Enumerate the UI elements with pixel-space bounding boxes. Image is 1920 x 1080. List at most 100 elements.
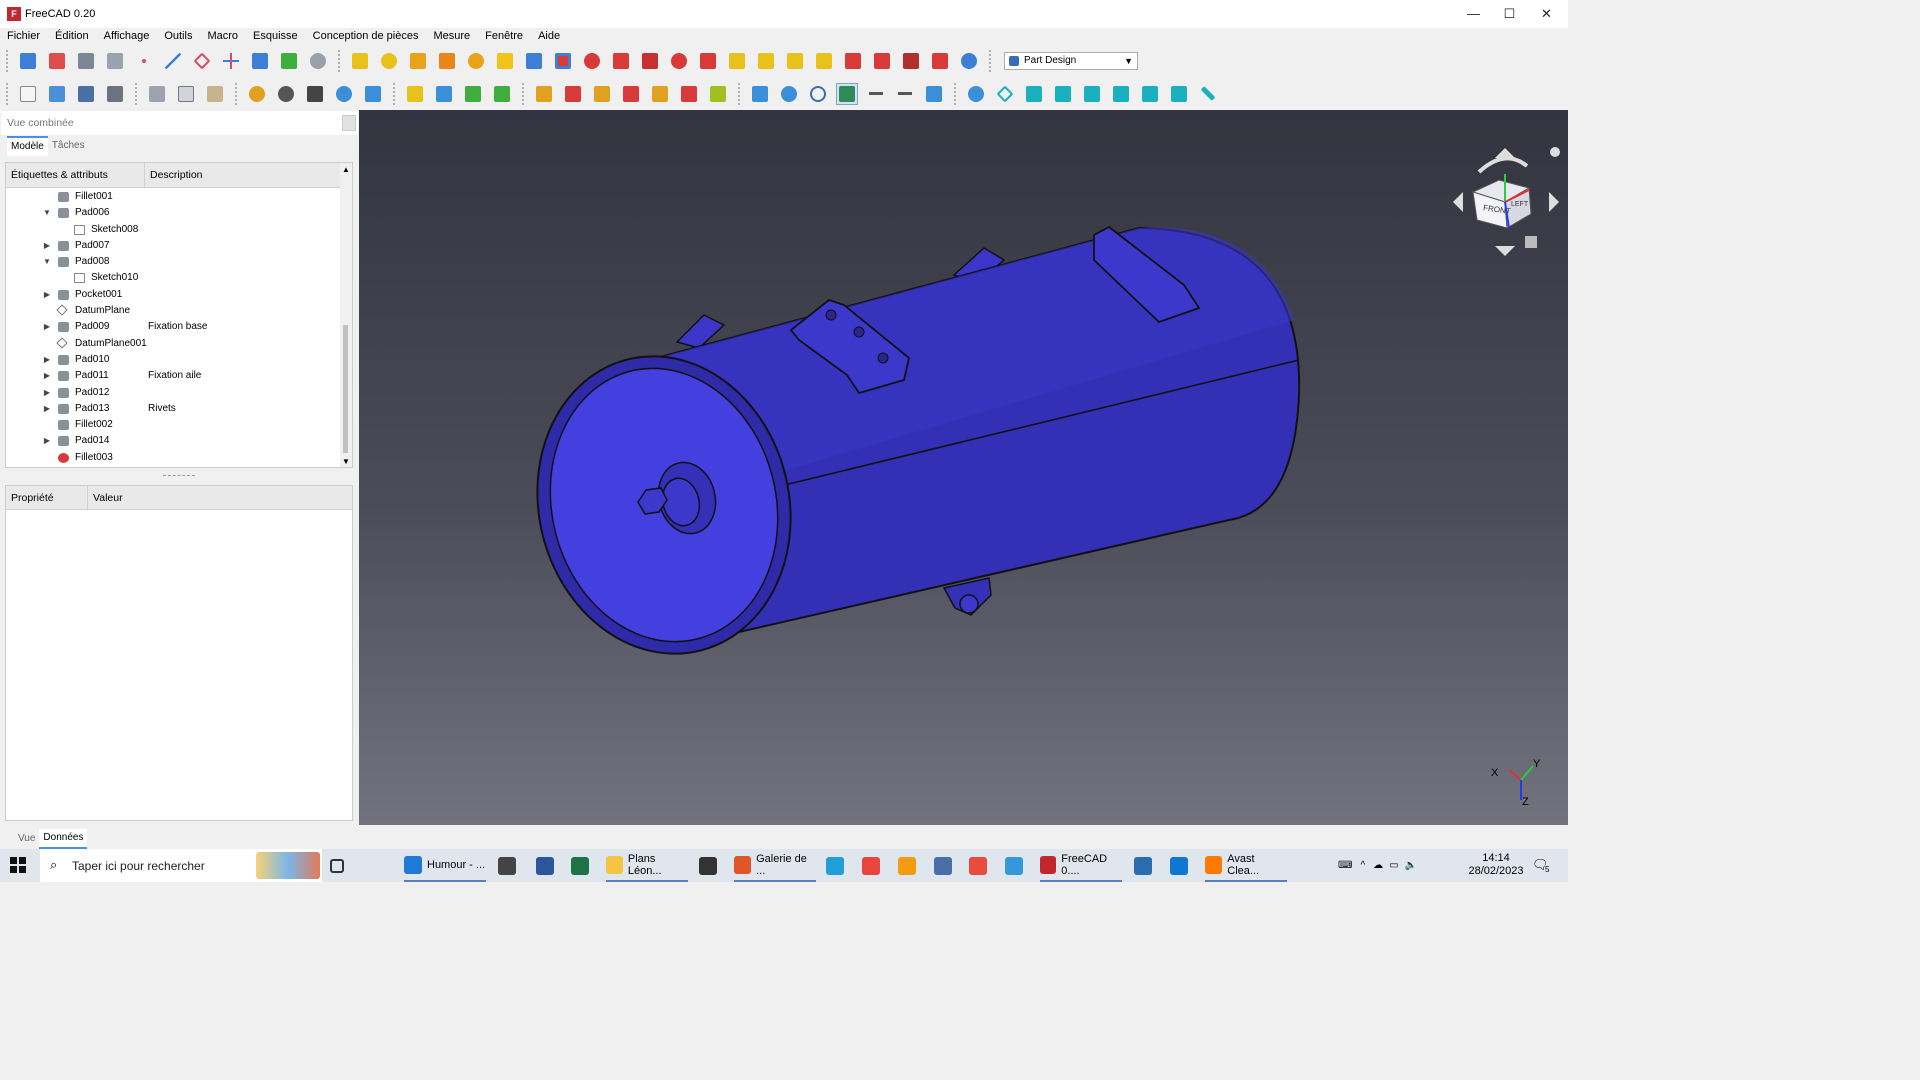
back-arrow-icon[interactable] [865, 83, 887, 105]
tree-row[interactable]: Fillet001 [6, 189, 352, 205]
multitransform-icon[interactable] [813, 50, 835, 72]
datum-point-icon[interactable] [133, 50, 155, 72]
link-icon[interactable] [462, 83, 484, 105]
zoom-icon[interactable] [778, 83, 800, 105]
save-icon[interactable] [75, 83, 97, 105]
taskbar-app[interactable] [571, 849, 589, 882]
nav-rotate-arc-icon[interactable] [1477, 156, 1529, 174]
hole-icon[interactable] [552, 50, 574, 72]
nav-arrow-right-icon[interactable] [1549, 192, 1559, 212]
zoom-fit-icon[interactable] [749, 83, 771, 105]
additive-pipe-icon[interactable] [436, 50, 458, 72]
keyboard-icon[interactable]: ⌨ [1338, 860, 1352, 871]
3d-viewport[interactable]: FRONT LEFT X Y Z [359, 110, 1568, 825]
navigation-cube[interactable]: FRONT LEFT [1453, 147, 1560, 256]
tab-vue[interactable]: Vue [14, 829, 39, 849]
tab-modele[interactable]: Modèle [7, 136, 48, 156]
scroll-up-icon[interactable]: ▲ [342, 165, 350, 174]
expand-chevron-right-icon[interactable]: ▶ [42, 287, 52, 303]
menu-fichier[interactable]: Fichier [7, 30, 40, 42]
expand-chevron-right-icon[interactable]: ▶ [42, 401, 52, 417]
tree-row[interactable]: Sketch008 [6, 222, 352, 238]
measure-distance-icon[interactable] [1197, 83, 1219, 105]
subtractive-primitive-icon[interactable] [697, 50, 719, 72]
bounding-box-icon[interactable] [620, 83, 642, 105]
paste-icon[interactable] [204, 83, 226, 105]
nav-arrow-down-icon[interactable] [1495, 246, 1515, 256]
tree-row[interactable]: ▶ Pad011 Fixation aile [6, 368, 352, 384]
taskbar-app[interactable]: Galerie de ... [734, 849, 816, 882]
taskbar-app[interactable]: Plans Léon... [606, 849, 688, 882]
volume-icon[interactable]: 🔈 [1405, 860, 1417, 871]
additive-loft-icon[interactable] [407, 50, 429, 72]
tree-col-labels[interactable]: Étiquettes & attributs [6, 163, 145, 187]
additive-helix-icon[interactable] [465, 50, 487, 72]
tab-donnees[interactable]: Données [39, 829, 88, 849]
draft-icon[interactable] [900, 50, 922, 72]
expand-chevron-down-icon[interactable]: ▼ [42, 254, 52, 270]
taskbar-app[interactable] [498, 849, 516, 882]
chamfer-icon[interactable] [871, 50, 893, 72]
fillet-icon[interactable] [842, 50, 864, 72]
tree-row[interactable]: ▶ Pocket001 [6, 287, 352, 303]
selection-filter-icon[interactable] [835, 82, 858, 105]
additive-primitive-icon[interactable] [494, 50, 516, 72]
top-view-icon[interactable] [1052, 83, 1074, 105]
undo-icon[interactable] [246, 83, 268, 105]
create-group-icon[interactable] [433, 83, 455, 105]
menu-macro[interactable]: Macro [207, 30, 238, 42]
right-view-icon[interactable] [1081, 83, 1103, 105]
fit-all-icon[interactable] [533, 83, 555, 105]
tree-row[interactable]: Sketch010 [6, 270, 352, 286]
taskbar-search[interactable]: ⌕ Taper ici pour rechercher [40, 849, 322, 882]
tree-row[interactable]: ▼ Pad006 [6, 205, 352, 221]
expand-chevron-right-icon[interactable]: ▶ [42, 319, 52, 335]
tree-scrollbar[interactable]: ▲ ▼ [340, 163, 352, 467]
expand-chevron-right-icon[interactable]: ▶ [42, 433, 52, 449]
taskbar-app[interactable] [934, 849, 952, 882]
create-body-icon[interactable] [17, 50, 39, 72]
tray-chevron-icon[interactable]: ^ [1360, 860, 1365, 871]
orbit-icon[interactable] [807, 83, 829, 105]
taskbar-app[interactable] [1170, 849, 1188, 882]
taskbar-app[interactable]: Avast Clea... [1205, 849, 1287, 882]
import-icon[interactable] [75, 50, 97, 72]
revolution-icon[interactable] [378, 50, 400, 72]
property-col-name[interactable]: Propriété [6, 486, 88, 509]
combo-close-button[interactable] [342, 115, 356, 131]
network-icon[interactable]: ▭ [1389, 860, 1398, 871]
menu-affichage[interactable]: Affichage [104, 30, 150, 42]
tab-taches[interactable]: Tâches [48, 136, 89, 156]
groove-icon[interactable] [581, 50, 603, 72]
workbench-selector[interactable]: Part Design ▼ [1004, 51, 1138, 70]
recompute-icon[interactable] [333, 83, 355, 105]
shape-binder-icon[interactable] [104, 50, 126, 72]
expand-chevron-right-icon[interactable]: ▶ [42, 385, 52, 401]
tree-row[interactable]: DatumPlane [6, 303, 352, 319]
task-view-icon[interactable] [330, 849, 344, 882]
front-view-icon[interactable] [1023, 83, 1045, 105]
navigation-style-icon[interactable] [923, 83, 945, 105]
print-icon[interactable] [104, 83, 126, 105]
menu-outils[interactable]: Outils [164, 30, 192, 42]
thickness-icon[interactable] [929, 50, 951, 72]
subtractive-helix-icon[interactable] [668, 50, 690, 72]
expand-chevron-right-icon[interactable]: ▶ [42, 238, 52, 254]
linear-pattern-icon[interactable] [755, 50, 777, 72]
pad-icon[interactable] [349, 50, 371, 72]
menu-conception-de-pieces[interactable]: Conception de pièces [313, 30, 419, 42]
left-view-icon[interactable] [1168, 83, 1190, 105]
tree-row[interactable]: ▶ Pad013 Rivets [6, 401, 352, 417]
taskbar-app[interactable] [862, 849, 880, 882]
std-views-icon[interactable] [965, 83, 987, 105]
rear-view-icon[interactable] [1110, 83, 1132, 105]
tree-row[interactable]: ▶ Pad010 [6, 352, 352, 368]
pocket-icon[interactable] [523, 50, 545, 72]
forward-arrow-icon[interactable] [894, 83, 916, 105]
bottom-view-icon[interactable] [1139, 83, 1161, 105]
tree-row[interactable]: ▶ Pad009 Fixation base [6, 319, 352, 335]
taskbar-app[interactable]: FreeCAD 0.... [1040, 849, 1122, 882]
shape-icon[interactable] [307, 50, 329, 72]
subtractive-pipe-icon[interactable] [639, 50, 661, 72]
sub-shape-binder-icon[interactable] [249, 50, 271, 72]
